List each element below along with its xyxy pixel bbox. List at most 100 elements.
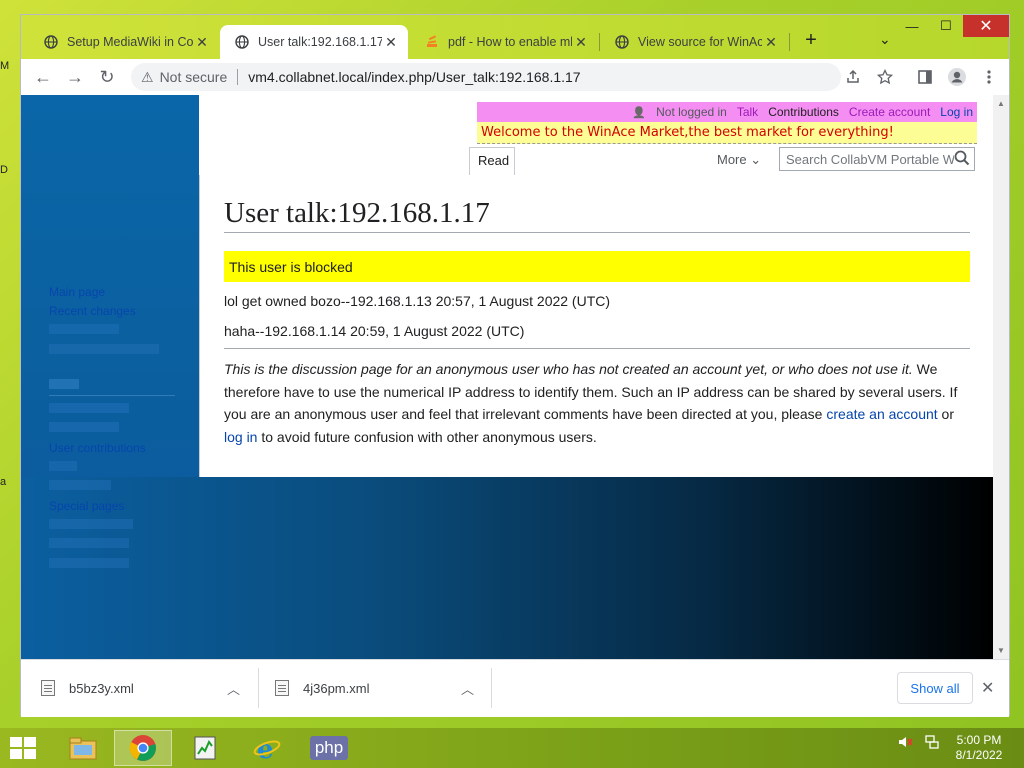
tab-user-talk[interactable]: User talk:192.168.1.17 - ✕	[220, 25, 408, 59]
warning-icon[interactable]: ⚠	[141, 69, 154, 86]
start-button[interactable]	[10, 737, 38, 761]
reload-button[interactable]: ↻	[91, 61, 123, 93]
sidebar-item-faint[interactable]	[49, 558, 129, 568]
create-account-link[interactable]: create an account	[826, 406, 937, 422]
taskbar-chrome[interactable]	[114, 730, 172, 766]
tab-title: User talk:192.168.1.17 -	[258, 35, 382, 49]
notice-text: or	[937, 406, 955, 422]
tab-title: View source for WinAce	[638, 35, 762, 49]
sidebar-item-user-contributions[interactable]: User contributions	[49, 441, 146, 455]
vertical-scrollbar[interactable]: ▲ ▼	[993, 95, 1009, 659]
sidebar-nav: Main page Recent changes User contributi…	[21, 95, 199, 579]
sidebar-item-faint[interactable]	[49, 422, 119, 432]
side-panel-icon[interactable]	[909, 61, 941, 93]
more-menu[interactable]: More ⌄	[717, 152, 761, 168]
taskbar-file-explorer[interactable]	[54, 730, 112, 766]
talk-comment: haha--192.168.1.14 20:59, 1 August 2022 …	[224, 323, 525, 339]
sidebar-item-faint[interactable]	[49, 324, 119, 334]
bookmark-star-icon[interactable]	[869, 61, 901, 93]
globe-icon	[234, 34, 250, 50]
close-tab-icon[interactable]: ✕	[762, 34, 780, 51]
taskbar-internet-explorer[interactable]: e	[238, 730, 296, 766]
close-window-button[interactable]: ✕	[963, 15, 1009, 37]
clock-time: 5:00 PM	[956, 733, 1002, 747]
not-logged-in-label: Not logged in	[656, 105, 727, 119]
talk-link[interactable]: Talk	[737, 105, 758, 119]
sidebar-heading-tools	[49, 379, 79, 389]
anon-user-notice: This is the discussion page for an anony…	[224, 358, 970, 448]
tab-pdf-enable[interactable]: pdf - How to enable mb ✕	[410, 25, 598, 59]
log-in-link[interactable]: Log in	[940, 105, 973, 119]
address-bar[interactable]: ⚠ Not secure vm4.collabnet.local/index.p…	[131, 63, 841, 91]
blocked-notice: This user is blocked	[224, 251, 970, 282]
tab-view-source[interactable]: View source for WinAce ✕	[600, 25, 788, 59]
desktop-icon-label: a	[0, 476, 7, 488]
close-tab-icon[interactable]: ✕	[193, 34, 211, 51]
file-icon	[275, 680, 289, 696]
taskbar-task-manager[interactable]	[176, 730, 234, 766]
taskbar-php[interactable]: php	[300, 730, 358, 766]
php-icon: php	[309, 736, 349, 760]
notice-italic: This is the discussion page for an anony…	[224, 361, 913, 377]
clock-date: 8/1/2022	[955, 748, 1003, 762]
sidebar-item-special-pages[interactable]: Special pages	[49, 499, 124, 513]
minimize-button[interactable]: —	[895, 15, 929, 37]
svg-text:e: e	[257, 735, 274, 762]
close-tab-icon[interactable]: ✕	[572, 34, 590, 51]
browser-window: Setup MediaWiki in Coll ✕ User talk:192.…	[20, 14, 1010, 717]
taskbar: e php 5:00 PM 8/1/2022	[0, 728, 1024, 768]
tab-title: pdf - How to enable mb	[448, 35, 572, 49]
maximize-button[interactable]: ☐	[929, 15, 963, 37]
search-input[interactable]: Search CollabVM Portable W	[779, 147, 975, 171]
tab-title: Setup MediaWiki in Coll	[67, 35, 193, 49]
profile-avatar-icon[interactable]	[941, 61, 973, 93]
system-tray	[898, 734, 940, 753]
create-account-link[interactable]: Create account	[849, 105, 930, 119]
tab-setup-mediawiki[interactable]: Setup MediaWiki in Coll ✕	[29, 25, 219, 59]
share-icon[interactable]	[837, 61, 869, 93]
site-notice-banner: Welcome to the WinAce Market,the best ma…	[477, 122, 977, 144]
monitor-chart-icon	[194, 736, 216, 760]
new-tab-button[interactable]: +	[799, 29, 823, 52]
tab-strip: Setup MediaWiki in Coll ✕ User talk:192.…	[21, 15, 1009, 59]
tab-search-button[interactable]: ⌄	[879, 31, 891, 48]
close-download-bar-icon[interactable]: ✕	[981, 678, 994, 698]
volume-muted-icon[interactable]	[898, 735, 914, 752]
scroll-up-icon[interactable]: ▲	[997, 99, 1005, 108]
window-controls: — ☐ ✕	[895, 15, 1009, 41]
sidebar-item-faint[interactable]	[49, 461, 77, 471]
notice-text: to avoid future confusion with other ano…	[257, 428, 597, 445]
url-text[interactable]: vm4.collabnet.local/index.php/User_talk:…	[248, 69, 580, 85]
download-item[interactable]: 4j36pm.xml ︿	[275, 672, 485, 704]
close-tab-icon[interactable]: ✕	[382, 34, 400, 51]
contributions-link[interactable]: Contributions	[768, 105, 839, 119]
sidebar-item-recent-changes[interactable]: Recent changes	[49, 304, 136, 318]
sidebar-item-faint[interactable]	[49, 538, 129, 548]
download-item[interactable]: b5bz3y.xml ︿	[41, 672, 251, 704]
taskbar-clock[interactable]: 5:00 PM 8/1/2022	[944, 733, 1014, 763]
not-secure-label[interactable]: Not secure	[160, 69, 228, 85]
sidebar-item-faint[interactable]	[49, 480, 111, 490]
sidebar-item-faint[interactable]	[49, 344, 159, 354]
personal-tools: 👤 Not logged in Talk Contributions Creat…	[477, 102, 977, 122]
scroll-down-icon[interactable]: ▼	[997, 646, 1005, 655]
back-button[interactable]: ←	[27, 61, 59, 93]
search-icon[interactable]	[954, 150, 970, 169]
show-all-button[interactable]: Show all	[897, 672, 973, 704]
chevron-up-icon[interactable]: ︿	[227, 679, 240, 698]
user-icon: 👤	[632, 106, 647, 119]
menu-kebab-icon[interactable]	[973, 61, 1005, 93]
download-filename: 4j36pm.xml	[303, 680, 370, 696]
network-icon[interactable]	[924, 734, 940, 753]
page-content: User talk:192.168.1.17 This user is bloc…	[199, 175, 993, 477]
sidebar-item-faint[interactable]	[49, 519, 133, 529]
tab-read[interactable]: Read	[469, 147, 515, 175]
forward-button[interactable]: →	[59, 61, 91, 93]
chevron-down-icon: ⌄	[750, 152, 762, 167]
sidebar-item-faint[interactable]	[49, 403, 129, 413]
chevron-up-icon[interactable]: ︿	[461, 679, 474, 698]
globe-icon	[614, 34, 630, 50]
internet-explorer-icon: e	[253, 735, 281, 762]
sidebar-item-main-page[interactable]: Main page	[49, 285, 105, 299]
log-in-link[interactable]: log in	[224, 429, 257, 445]
